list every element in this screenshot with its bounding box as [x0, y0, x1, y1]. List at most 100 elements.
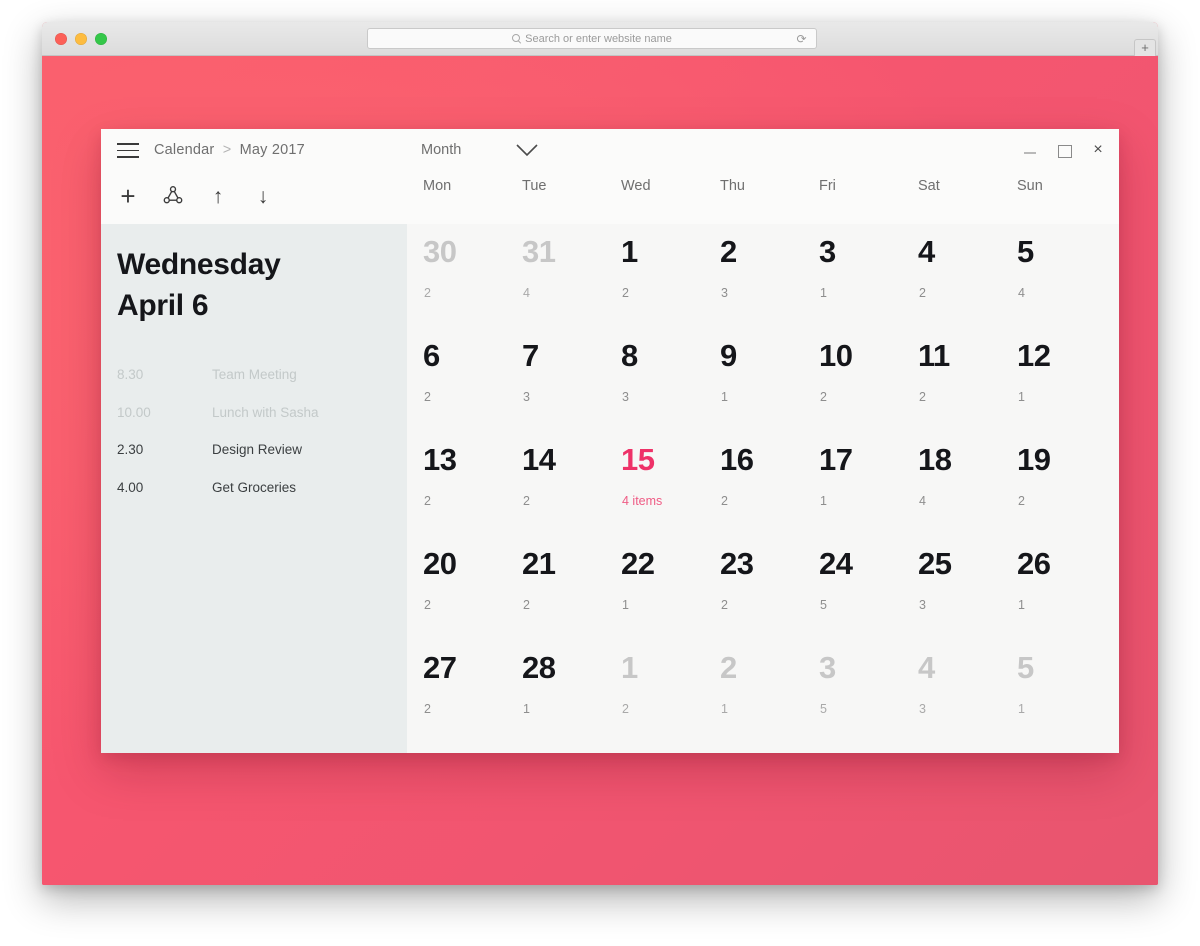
browser-chrome: Search or enter website name ⟳ +: [42, 22, 1158, 56]
day-event-count: 2: [820, 390, 827, 404]
day-event-count: 3: [919, 702, 926, 716]
day-event-count: 1: [820, 286, 827, 300]
day-cell[interactable]: 12: [621, 224, 720, 328]
plus-icon[interactable]: +: [113, 181, 143, 211]
agenda-item[interactable]: 10.00 Lunch with Sasha: [101, 405, 407, 443]
day-cell[interactable]: 17 1: [819, 432, 918, 536]
close-icon[interactable]: ×: [1091, 142, 1105, 158]
share-icon[interactable]: [158, 181, 188, 211]
day-number: 11: [918, 338, 950, 373]
weekday-header-row: Mon Tue Wed Thu Fri Sat Sun: [407, 178, 1119, 194]
day-number: 30: [423, 234, 457, 269]
day-cell[interactable]: 21: [720, 640, 819, 744]
day-cell[interactable]: 42: [918, 224, 1017, 328]
day-event-count: 2: [424, 494, 431, 508]
selected-date-weekday: Wednesday: [117, 248, 281, 281]
day-cell[interactable]: 35: [819, 640, 918, 744]
reload-icon[interactable]: ⟳: [795, 33, 808, 46]
day-number: 19: [1017, 442, 1051, 477]
day-cell[interactable]: 18 4: [918, 432, 1017, 536]
day-number: 8: [621, 338, 638, 373]
day-event-count: 2: [523, 598, 530, 612]
day-cell[interactable]: 15 4 items: [621, 432, 720, 536]
chevron-down-icon[interactable]: [516, 143, 538, 157]
day-cell[interactable]: 62: [423, 328, 522, 432]
day-event-count: 3: [721, 286, 728, 300]
agenda-item-time: 2.30: [117, 442, 144, 457]
day-cell[interactable]: 23 2: [720, 536, 819, 640]
new-tab-button[interactable]: +: [1134, 39, 1156, 56]
day-cell[interactable]: 91: [720, 328, 819, 432]
window-maximize-button[interactable]: [95, 33, 107, 45]
day-cell[interactable]: 25 3: [918, 536, 1017, 640]
day-number: 3: [819, 650, 836, 685]
day-number: 23: [720, 546, 754, 581]
breadcrumb-current[interactable]: May 2017: [240, 142, 305, 158]
maximize-icon[interactable]: [1057, 143, 1072, 158]
breadcrumb-root[interactable]: Calendar: [154, 142, 214, 158]
arrow-up-icon[interactable]: ↑: [203, 181, 233, 211]
address-bar[interactable]: Search or enter website name ⟳: [367, 28, 817, 49]
day-cell[interactable]: 27 2: [423, 640, 522, 744]
day-event-count: 1: [523, 702, 530, 716]
breadcrumb-separator: >: [222, 142, 232, 158]
agenda-item-title: Team Meeting: [212, 367, 297, 382]
day-event-count: 2: [919, 286, 926, 300]
day-cell[interactable]: 12 1: [1017, 328, 1116, 432]
day-cell[interactable]: 22 1: [621, 536, 720, 640]
day-cell[interactable]: 83: [621, 328, 720, 432]
day-event-count: 1: [622, 598, 629, 612]
day-cell[interactable]: 43: [918, 640, 1017, 744]
day-cell[interactable]: 31: [819, 224, 918, 328]
day-cell[interactable]: 21 2: [522, 536, 621, 640]
day-cell[interactable]: 73: [522, 328, 621, 432]
hamburger-menu-icon[interactable]: [117, 143, 139, 159]
day-number: 1: [621, 234, 638, 269]
day-cell[interactable]: 11 2: [918, 328, 1017, 432]
agenda-item-title: Lunch with Sasha: [212, 404, 319, 420]
browser-window: Search or enter website name ⟳ + Calenda…: [42, 22, 1158, 885]
day-event-count: 2: [424, 598, 431, 612]
day-number: 28: [522, 650, 556, 685]
day-event-count: 5: [820, 702, 827, 716]
agenda-item[interactable]: 8.30 Team Meeting: [101, 367, 407, 405]
day-number: 10: [819, 338, 853, 373]
day-event-count: 4: [1018, 286, 1025, 300]
weekday-label-tue: Tue: [522, 178, 547, 194]
day-number: 16: [720, 442, 754, 477]
day-cell[interactable]: 30 2: [423, 224, 522, 328]
view-selector[interactable]: Month: [421, 142, 538, 158]
arrow-up-glyph: ↑: [212, 184, 224, 208]
day-number: 2: [720, 650, 737, 685]
day-event-count: 5: [820, 598, 827, 612]
day-cell[interactable]: 51: [1017, 640, 1116, 744]
day-event-count: 2: [523, 494, 530, 508]
agenda-list: 8.30 Team Meeting 10.00 Lunch with Sasha 2.3…: [101, 367, 407, 517]
window-close-button[interactable]: [55, 33, 67, 45]
day-event-count: 2: [622, 702, 629, 716]
day-number: 18: [918, 442, 952, 477]
day-cell[interactable]: 28 1: [522, 640, 621, 744]
day-cell[interactable]: 16 2: [720, 432, 819, 536]
window-minimize-button[interactable]: [75, 33, 87, 45]
traffic-lights: [55, 33, 107, 45]
sidebar-day-detail: Wednesday April 6 8.30 Team Meeting 10.00 L…: [101, 224, 407, 753]
day-cell[interactable]: 23: [720, 224, 819, 328]
day-cell[interactable]: 12: [621, 640, 720, 744]
day-cell[interactable]: 14 2: [522, 432, 621, 536]
agenda-item[interactable]: 2.30 Design Review: [101, 442, 407, 480]
minimize-icon[interactable]: [1023, 143, 1037, 157]
day-event-count: 1: [1018, 702, 1025, 716]
day-cell[interactable]: 26 1: [1017, 536, 1116, 640]
calendar-app-window: Calendar > May 2017 Month × + ↑ ↓ Wednes…: [101, 129, 1119, 753]
day-cell[interactable]: 24 5: [819, 536, 918, 640]
day-cell[interactable]: 31 4: [522, 224, 621, 328]
day-cell[interactable]: 13 2: [423, 432, 522, 536]
day-cell[interactable]: 54: [1017, 224, 1116, 328]
day-cell[interactable]: 19 2: [1017, 432, 1116, 536]
arrow-down-icon[interactable]: ↓: [248, 181, 278, 211]
day-cell[interactable]: 10 2: [819, 328, 918, 432]
address-bar-placeholder: Search or enter website name: [525, 32, 672, 45]
agenda-item[interactable]: 4.00 Get Groceries: [101, 480, 407, 518]
day-cell[interactable]: 20 2: [423, 536, 522, 640]
